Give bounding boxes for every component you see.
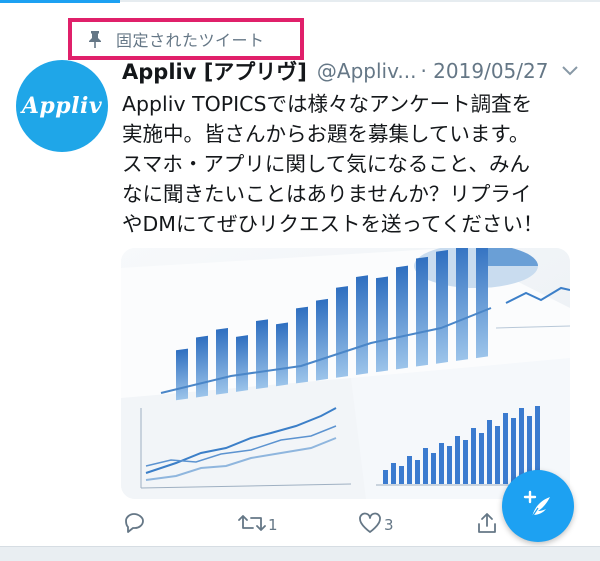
tweet-media-image[interactable] <box>121 248 570 499</box>
share-button[interactable] <box>476 510 500 540</box>
heart-icon <box>358 512 382 538</box>
compose-feather-icon <box>518 484 558 528</box>
bottom-divider <box>0 546 600 561</box>
retweet-count: 1 <box>268 516 278 534</box>
pinned-tweet-label: 固定されたツイート <box>116 31 265 50</box>
like-count: 3 <box>384 516 394 534</box>
reply-icon <box>122 512 146 538</box>
retweet-icon <box>238 512 266 538</box>
like-button[interactable]: 3 <box>358 510 394 540</box>
reply-button[interactable] <box>122 510 148 540</box>
display-name[interactable]: Appliv [アプリヴ] <box>122 56 307 86</box>
compose-tweet-button[interactable] <box>502 470 574 542</box>
avatar-logo-text: Appliv <box>21 93 103 119</box>
tweet-text: Appliv TOPICSでは様々なアンケート調査を 実施中。皆さんからお題を募… <box>122 89 590 239</box>
tweet-text-line: スマホ・アプリに関して気になること、みん <box>122 152 530 176</box>
tweet-text-line: やDMにてぜひリクエストを送ってください！ <box>122 212 544 236</box>
tweet-text-line: 実施中。皆さんからお題を募集しています。 <box>122 122 530 146</box>
user-handle[interactable]: @Appliv... <box>317 59 417 83</box>
tweet-date[interactable]: · 2019/05/27 <box>420 59 548 83</box>
tweet-header: Appliv [アプリヴ] @Appliv... · 2019/05/27 <box>122 55 588 87</box>
analytics-charts-photo <box>121 248 570 499</box>
tweet-actions: 1 3 <box>122 510 522 540</box>
pin-icon <box>88 30 104 48</box>
retweet-button[interactable]: 1 <box>238 510 278 540</box>
tweet-text-line: Appliv TOPICSでは様々なアンケート調査を <box>122 92 533 116</box>
pinned-tweet-indicator: 固定されたツイート <box>68 18 304 60</box>
loading-progress-bar <box>0 0 120 3</box>
chevron-down-icon[interactable] <box>562 65 579 77</box>
share-icon <box>476 511 498 539</box>
avatar[interactable]: Appliv <box>16 60 108 152</box>
tweet-text-line: なに聞きたいことはありませんか？リプライ <box>122 182 532 206</box>
